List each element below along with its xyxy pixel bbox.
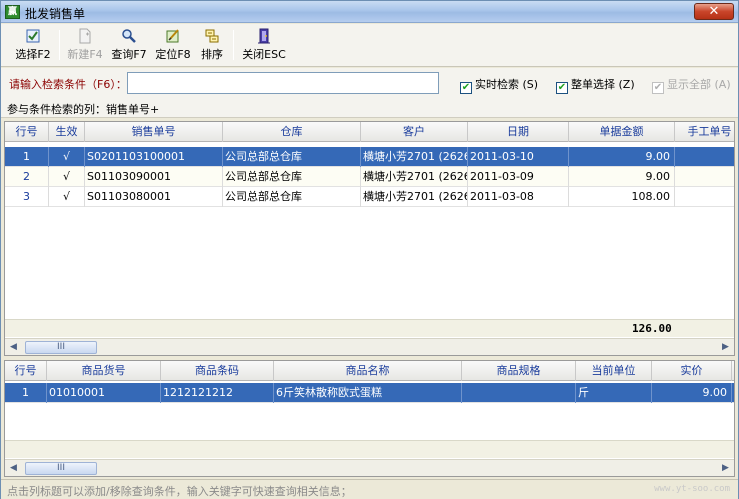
toolbar-separator (233, 30, 234, 60)
search-conditions-text: 参与条件检索的列：销售单号+ (7, 103, 160, 116)
column-header-sku[interactable]: 商品货号 (47, 361, 161, 381)
scroll-left-icon[interactable]: ◀ (6, 461, 21, 476)
column-header-warehouse[interactable]: 仓库 (223, 122, 361, 142)
title-bar[interactable]: 赢 批发销售单 ✕ (1, 1, 738, 23)
table-row[interactable]: 3 √ S01103080001 公司总部总仓库 横塘小芳2701 (26262… (5, 187, 734, 207)
close-button[interactable]: 关闭ESC (239, 28, 289, 64)
query-button[interactable]: 查询F7 (109, 28, 149, 64)
checkbox-checked-icon: ✔ (460, 82, 472, 94)
column-header-spec[interactable]: 商品规格 (462, 361, 576, 381)
checkbox-checked-icon: ✔ (556, 82, 568, 94)
search-conditions-row: 参与条件检索的列：销售单号+ (1, 98, 738, 118)
table-row[interactable]: 1 01010001 1212121212 6斤笑林散称欧式蛋糕 斤 9.00 (5, 383, 734, 403)
toolbar: 选择F2 新建F4 查询F7 定位F8 排序 关闭ESC (1, 24, 738, 67)
status-text: 点击列标题可以添加/移除查询条件，输入关键字可快速查询相关信息； (7, 485, 352, 498)
checkbox-checked-icon: ✔ (652, 82, 664, 94)
column-header-unit[interactable]: 当前单位 (576, 361, 652, 381)
search-label: 请输入检索条件（F6）： (9, 78, 127, 91)
sort-icon (205, 29, 219, 43)
column-header-manual-no[interactable]: 手工单号 (675, 122, 734, 142)
toolbar-separator (59, 30, 60, 60)
total-amount: 126.00 (632, 322, 672, 335)
column-header-active[interactable]: 生效 (49, 122, 85, 142)
order-items-grid-header: 行号 商品货号 商品条码 商品名称 商品规格 当前单位 实价 (5, 361, 734, 381)
orders-grid: 行号 生效 销售单号 仓库 客户 日期 单据金额 手工单号 1 √ S02011… (4, 121, 735, 356)
sort-button[interactable]: 排序 (197, 28, 227, 64)
sales-order-window: 赢 批发销售单 ✕ 选择F2 新建F4 查询F7 定位F8 排序 关闭ESC 请… (0, 0, 739, 499)
column-header-price[interactable]: 实价 (652, 361, 732, 381)
app-logo-icon: 赢 (5, 5, 20, 19)
watermark: www.yt-soo.com (654, 484, 730, 494)
scroll-thumb[interactable]: III (25, 462, 97, 475)
window-close-button[interactable]: ✕ (694, 3, 734, 20)
order-items-horizontal-scrollbar[interactable]: ◀ III ▶ (5, 459, 734, 476)
locate-icon (166, 29, 179, 43)
column-header-date[interactable]: 日期 (468, 122, 569, 142)
orders-total-row: 126.00 (5, 319, 734, 337)
status-bar: 点击列标题可以添加/移除查询条件，输入关键字可快速查询相关信息； www.yt-… (1, 479, 738, 499)
search-bar: 请输入检索条件（F6）： ✔ 实时检索 (S) ✔ 整单选择 (Z) ✔ 显示全部 (… (1, 68, 738, 98)
realtime-search-checkbox[interactable]: ✔ 实时检索 (S) (460, 76, 538, 94)
column-header-order-no[interactable]: 销售单号 (85, 122, 223, 142)
table-row[interactable]: 2 √ S01103090001 公司总部总仓库 横塘小芳2701 (26262… (5, 167, 734, 187)
table-row[interactable]: 1 √ S0201103100001 公司总部总仓库 横塘小芳2701 (262… (5, 147, 734, 167)
locate-button[interactable]: 定位F8 (153, 28, 193, 64)
new-doc-icon (79, 28, 91, 44)
search-input[interactable] (127, 72, 439, 94)
select-icon (26, 29, 40, 43)
scroll-right-icon[interactable]: ▶ (718, 461, 733, 476)
order-items-footer (5, 440, 734, 458)
show-all-checkbox[interactable]: ✔ 显示全部 (A) (652, 76, 731, 94)
order-items-grid: 行号 商品货号 商品条码 商品名称 商品规格 当前单位 实价 1 0101000… (4, 360, 735, 477)
scroll-thumb[interactable]: III (25, 341, 97, 354)
scroll-left-icon[interactable]: ◀ (6, 340, 21, 355)
scroll-right-icon[interactable]: ▶ (718, 340, 733, 355)
select-button[interactable]: 选择F2 (11, 28, 55, 64)
column-header-amount[interactable]: 单据金额 (569, 122, 675, 142)
new-button[interactable]: 新建F4 (63, 28, 107, 64)
query-icon (122, 29, 136, 43)
column-header-customer[interactable]: 客户 (361, 122, 468, 142)
close-door-icon (258, 28, 270, 44)
column-header-row-no[interactable]: 行号 (5, 361, 47, 381)
whole-order-select-checkbox[interactable]: ✔ 整单选择 (Z) (556, 76, 635, 94)
column-header-product-name[interactable]: 商品名称 (274, 361, 462, 381)
orders-grid-header: 行号 生效 销售单号 仓库 客户 日期 单据金额 手工单号 (5, 122, 734, 142)
column-header-row-no[interactable]: 行号 (5, 122, 49, 142)
orders-horizontal-scrollbar[interactable]: ◀ III ▶ (5, 338, 734, 355)
column-header-barcode[interactable]: 商品条码 (161, 361, 274, 381)
window-title: 批发销售单 (25, 7, 86, 21)
